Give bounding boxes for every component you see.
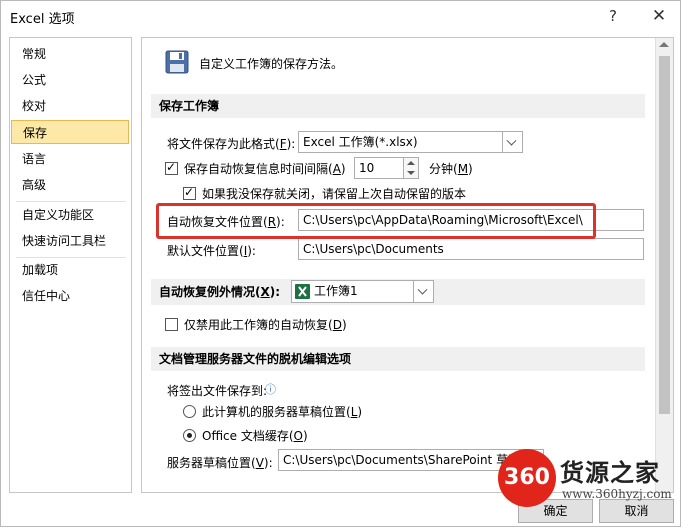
default-location-input[interactable]: C:\Users\pc\Documents [298,238,644,260]
scroll-up-icon[interactable] [659,42,669,47]
autorecover-location-input[interactable]: C:\Users\pc\AppData\Roaming\Microsoft\Ex… [298,209,644,231]
save-options-panel: 自定义工作簿的保存方法。 保存工作簿 将文件保存为此格式(F): Excel 工… [141,37,674,493]
excel-workbook-icon [295,284,310,299]
save-format-value: Excel 工作簿(*.xlsx) [303,135,418,149]
autorecover-minutes-input[interactable]: 10 [354,157,404,179]
logo-url: www.360hyzj.com [562,487,672,501]
help-button[interactable]: ? [601,5,625,27]
save-format-dropdown[interactable]: Excel 工作簿(*.xlsx) [298,131,523,153]
save-disk-icon [165,50,189,74]
sidebar-item-language[interactable]: 语言 [11,147,129,171]
page-description: 自定义工作簿的保存方法。 [199,57,344,71]
minutes-label: 分钟(M) [429,162,473,176]
exception-workbook-dropdown[interactable]: 工作簿1 [291,280,434,303]
radio-office-document-cache[interactable] [183,429,196,442]
disable-autorecover-checkbox[interactable] [165,318,178,331]
section-header-save-workbooks: 保存工作簿 [151,94,645,118]
server-drafts-location-label: 服务器草稿位置(V): [167,456,273,470]
sidebar-item-advanced[interactable]: 高级 [11,173,129,197]
save-checkout-label: 将签出文件保存到: [167,384,268,398]
sidebar-item-customize-ribbon[interactable]: 自定义功能区 [11,203,129,227]
office-document-cache-option-label: Office 文档缓存(O) [202,429,308,443]
sidebar-item-trust-center[interactable]: 信任中心 [11,284,129,308]
sidebar-item-add-ins[interactable]: 加载项 [11,258,129,282]
info-icon[interactable]: ⓘ [265,381,276,397]
radio-server-drafts-location[interactable] [183,405,196,418]
minutes-spinner[interactable] [403,157,419,179]
exception-workbook-value: 工作簿1 [314,284,358,298]
excel-options-dialog: Excel 选项 ? ✕ 常规 公式 校对 保存 语言 高级 自定义功能区 快速… [0,0,681,527]
chevron-down-icon[interactable] [502,132,522,152]
server-drafts-location-option-label: 此计算机的服务器草稿位置(L) [202,405,363,419]
sidebar-item-general[interactable]: 常规 [11,42,129,66]
autorecover-interval-label: 保存自动恢复信息时间间隔(A) [184,162,346,176]
autorecover-checkbox[interactable] [165,160,178,175]
scrollbar-thumb[interactable] [659,56,670,414]
options-sidebar: 常规 公式 校对 保存 语言 高级 自定义功能区 快速访问工具栏 加载项 信任中… [9,37,132,493]
spin-down-icon[interactable] [407,171,415,175]
autorecover-location-label: 自动恢复文件位置(R): [167,215,285,229]
logo-badge: 360 [498,449,556,507]
sidebar-item-quick-access-toolbar[interactable]: 快速访问工具栏 [11,229,129,253]
watermark-logo: 360 货源之家 www.360hyzj.com [498,449,681,511]
keep-last-version-checkbox[interactable] [183,185,196,200]
sidebar-divider [16,201,126,202]
window-title: Excel 选项 [10,12,75,27]
title-bar: Excel 选项 ? ✕ [1,1,680,33]
disable-autorecover-label: 仅禁用此工作簿的自动恢复(D) [184,318,347,332]
keep-last-version-label: 如果我没保存就关闭，请保留上次自动保留的版本 [202,187,467,201]
sidebar-item-formulas[interactable]: 公式 [11,68,129,92]
sidebar-item-save[interactable]: 保存 [11,120,129,144]
close-button[interactable]: ✕ [647,5,671,27]
save-format-label: 将文件保存为此格式(F): [167,137,296,151]
sidebar-item-proofing[interactable]: 校对 [11,94,129,118]
section-header-offline-editing: 文档管理服务器文件的脱机编辑选项 [151,347,645,371]
chevron-down-icon[interactable] [413,281,433,302]
spin-up-icon[interactable] [407,161,415,165]
default-location-label: 默认文件位置(I): [167,244,256,258]
vertical-scrollbar[interactable] [655,38,673,492]
logo-name: 货源之家 [560,459,660,487]
